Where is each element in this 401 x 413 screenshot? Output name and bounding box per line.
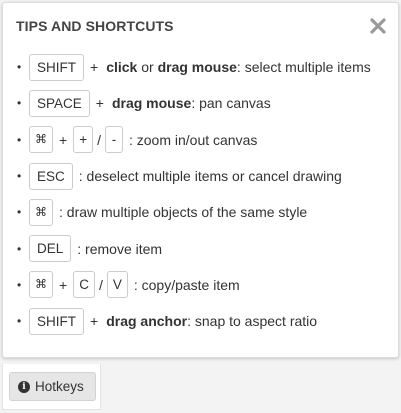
shortcut-description: : draw multiple objects of the same styl… [59,204,307,220]
desc-part: : snap to aspect ratio [187,313,318,330]
desc-part: : zoom in/out canvas [128,131,258,148]
shortcut-row-deselect: • ESC : deselect multiple items or cance… [17,158,371,194]
plus-separator: + [59,131,68,148]
desc-part: : copy/paste item [133,276,240,293]
key-minus: - [104,126,123,154]
slash-separator: / [98,276,103,293]
shortcut-description: drag mouse: pan canvas [112,95,271,111]
hotkeys-button-label: Hotkeys [35,379,84,394]
bullet: • [17,96,22,111]
key-esc: ESC [29,162,73,190]
shortcut-row-snap-aspect: • SHIFT + drag anchor: snap to aspect ra… [17,303,371,339]
key-shift: SHIFT [29,53,84,81]
shortcut-description: : remove item [77,241,162,257]
shortcut-row-remove: • DEL : remove item [17,230,371,266]
close-button[interactable] [368,16,388,36]
desc-part: : select multiple items [236,59,371,76]
shortcut-description: : deselect multiple items or cancel draw… [79,168,342,184]
key-c: C [73,271,95,299]
shortcut-row-zoom: • ⌘ + + / - : zoom in/out canvas [17,122,371,158]
key-command: ⌘ [29,126,53,154]
hotkeys-tab: i Hotkeys [2,364,101,410]
plus-separator: + [95,95,104,112]
bullet: • [17,60,22,75]
shortcut-description: drag anchor: snap to aspect ratio [106,313,317,329]
desc-part: drag mouse [157,59,237,76]
bullet: • [17,277,22,292]
bullet: • [17,132,22,147]
shortcut-row-draw-multiple: • ⌘ : draw multiple objects of the same … [17,194,371,230]
shortcut-row-select-multiple: • SHIFT + click or drag mouse: select mu… [17,49,371,85]
plus-separator: + [90,59,99,76]
tips-panel: TIPS AND SHORTCUTS • SHIFT + click or dr… [2,2,399,358]
shortcut-description: : copy/paste item [134,277,240,293]
key-command: ⌘ [29,271,53,299]
desc-part: : draw multiple objects of the same styl… [59,204,308,221]
slash-separator: / [97,131,101,148]
desc-part: or [137,59,158,76]
key-plus: + [73,126,94,154]
panel-title: TIPS AND SHORTCUTS [16,18,174,34]
key-v: V [106,271,128,299]
close-icon [370,18,386,34]
desc-part: drag mouse [111,95,192,112]
desc-part: : deselect multiple items or cancel draw… [78,168,342,185]
desc-part: : pan canvas [191,95,271,112]
plus-separator: + [59,276,68,293]
key-del: DEL [29,235,72,263]
key-space: SPACE [29,89,90,117]
plus-separator: + [90,313,99,330]
desc-part: : remove item [77,240,163,257]
shortcut-list: • SHIFT + click or drag mouse: select mu… [17,49,371,339]
desc-part: click [106,59,138,76]
shortcut-description: : zoom in/out canvas [129,132,257,148]
bullet: • [17,314,22,329]
bullet: • [17,169,22,184]
bullet: • [17,241,22,256]
shortcut-row-pan-canvas: • SPACE + drag mouse: pan canvas [17,85,371,121]
bullet: • [17,205,22,220]
shortcut-row-copy-paste: • ⌘ + C / V : copy/paste item [17,267,371,303]
key-shift: SHIFT [29,307,84,335]
info-icon: i [18,380,30,393]
key-command: ⌘ [29,198,53,226]
desc-part: drag anchor [106,313,188,330]
shortcut-description: click or drag mouse: select multiple ite… [106,59,371,75]
hotkeys-button[interactable]: i Hotkeys [9,372,96,401]
